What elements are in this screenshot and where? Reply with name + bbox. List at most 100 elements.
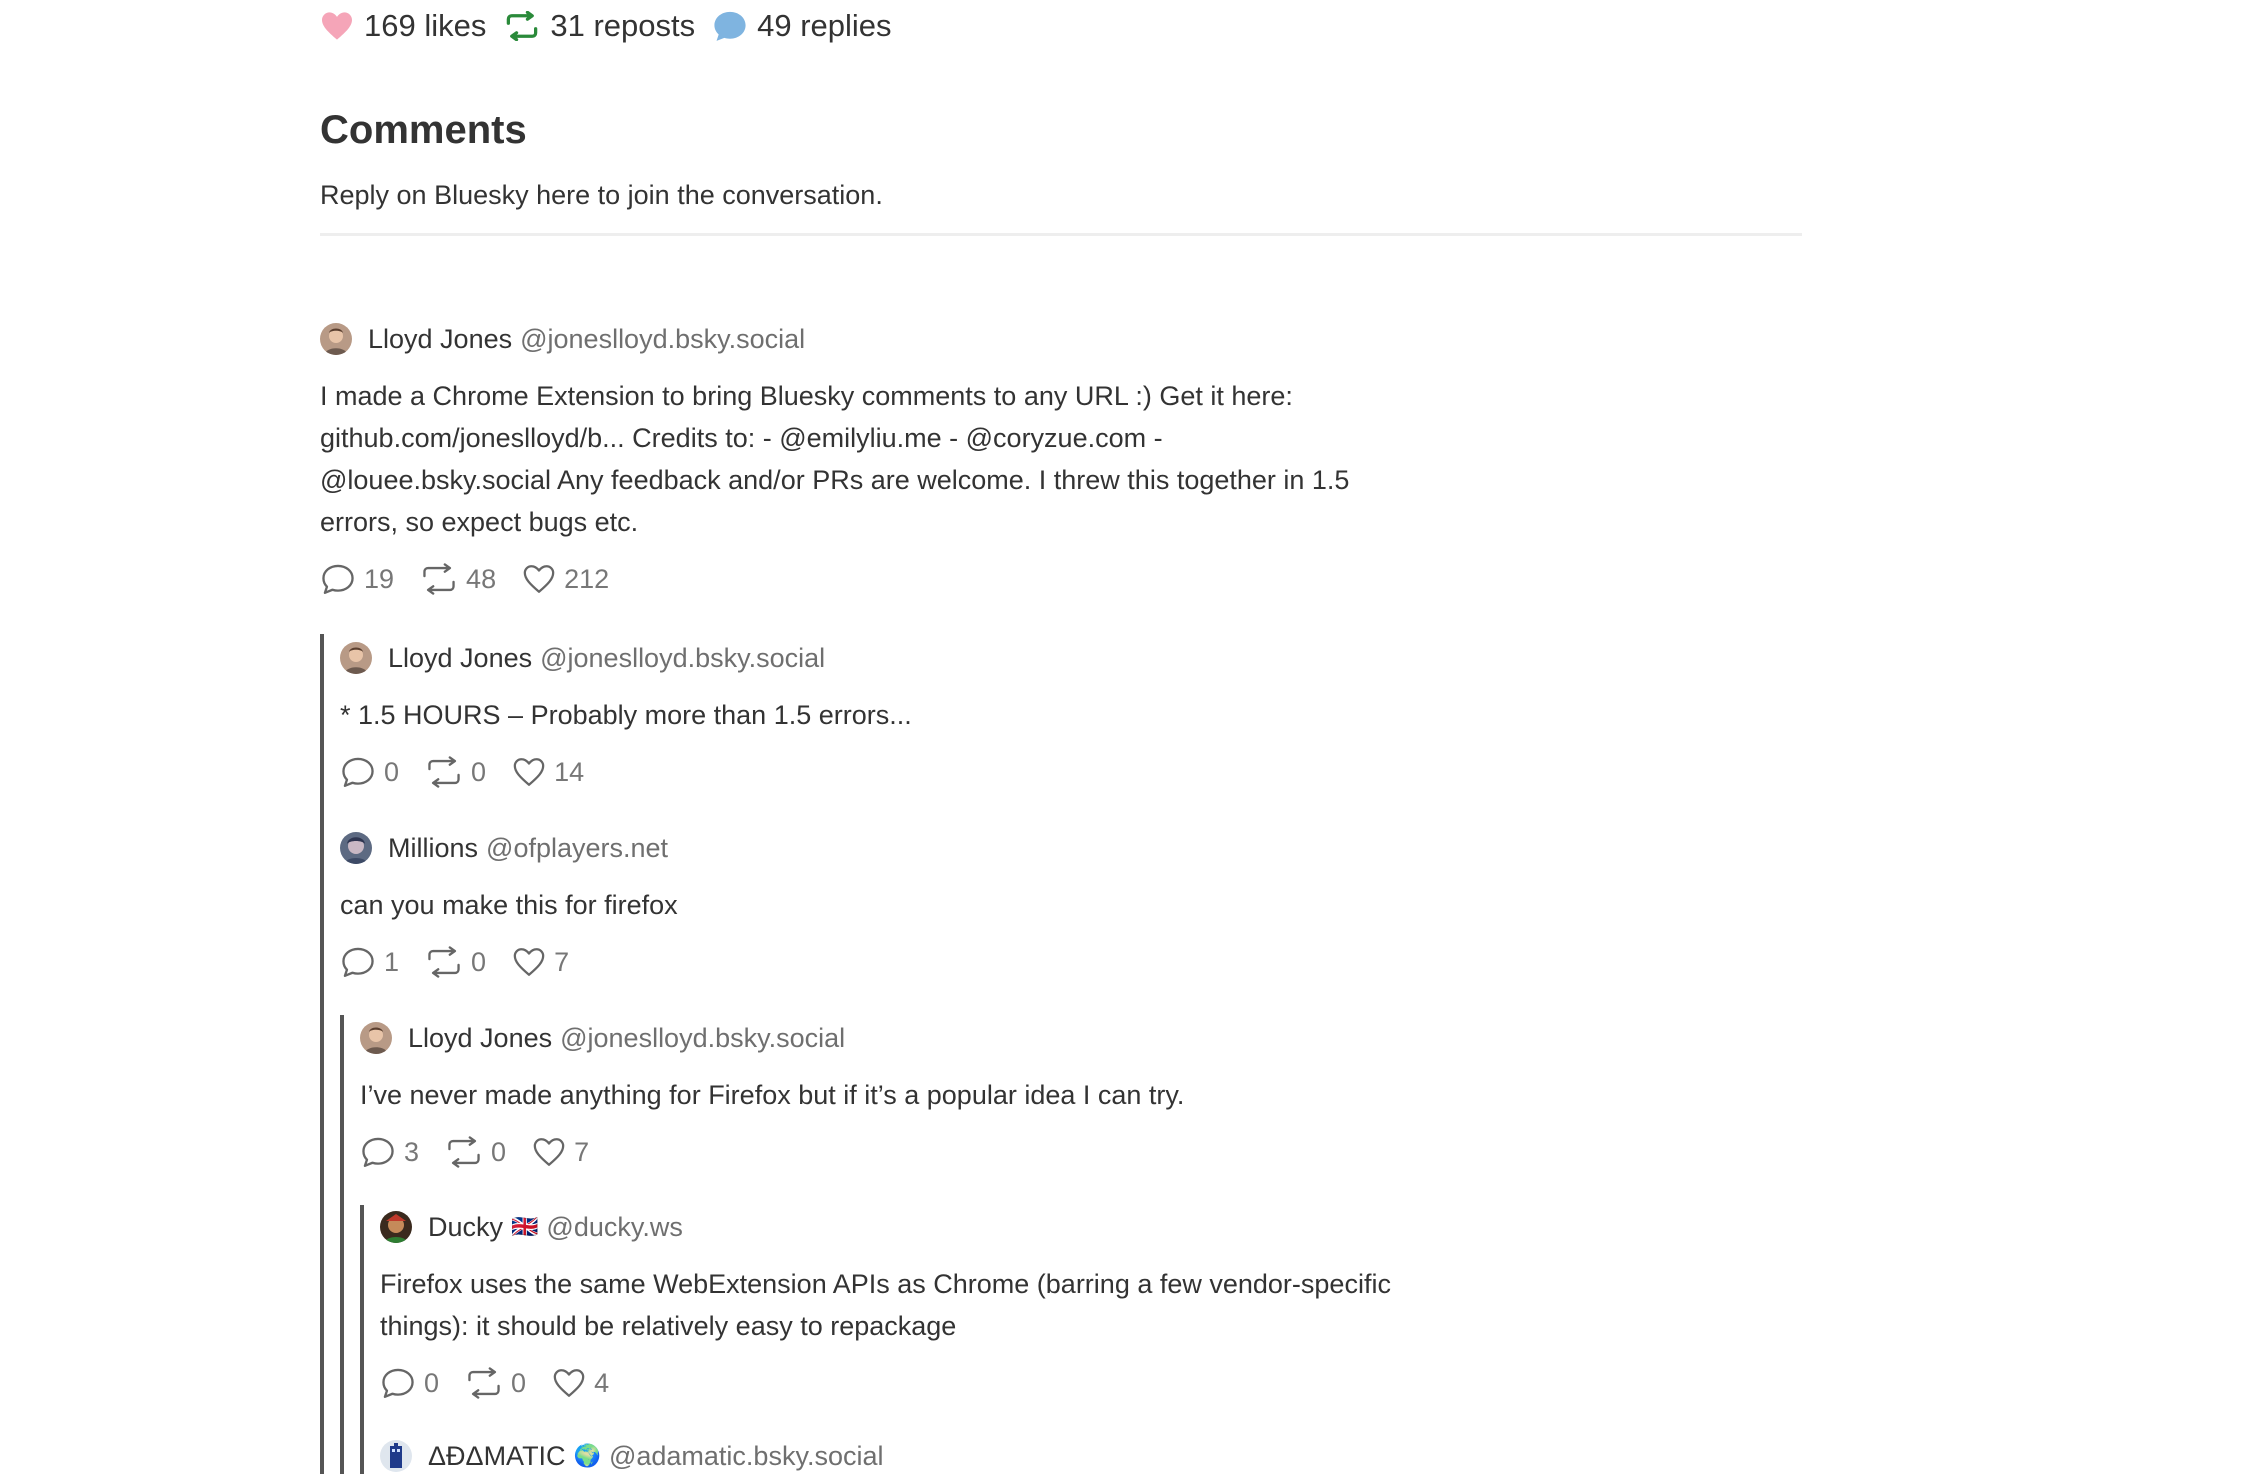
- author-name[interactable]: Millions: [388, 833, 478, 864]
- comment-text-line: * 1.5 HOURS – Probably more than 1.5 err…: [340, 700, 912, 730]
- reposts-stat: 31 reposts: [504, 8, 695, 44]
- comment: Lloyd Jones @joneslloyd.bsky.social I’ve…: [360, 1020, 1184, 1168]
- heart-icon: [533, 1138, 565, 1166]
- like-action[interactable]: 4: [552, 1367, 609, 1399]
- reply-count: 0: [384, 756, 400, 787]
- reply-action[interactable]: 3: [360, 1136, 419, 1168]
- author-handle[interactable]: @adamatic.bsky.social: [609, 1441, 884, 1472]
- comment-text: can you make this for firefox: [340, 884, 678, 926]
- comment: Lloyd Jones @joneslloyd.bsky.social * 1.…: [340, 640, 912, 788]
- author-name[interactable]: Lloyd Jones: [368, 324, 512, 355]
- thread-line-level-1: [320, 634, 324, 1474]
- reply-action[interactable]: 1: [340, 946, 399, 978]
- avatar[interactable]: [340, 642, 372, 674]
- avatar[interactable]: [380, 1440, 412, 1472]
- reply-action[interactable]: 19: [320, 563, 394, 595]
- comment-text-line: things): it should be relatively easy to…: [380, 1311, 957, 1341]
- author-handle[interactable]: @joneslloyd.bsky.social: [540, 643, 825, 674]
- comment-text: Firefox uses the same WebExtension APIs …: [380, 1263, 1391, 1347]
- author-handle[interactable]: @joneslloyd.bsky.social: [560, 1023, 845, 1054]
- thread-line-level-3: [360, 1205, 364, 1474]
- reply-icon: [342, 757, 374, 787]
- comment-text-line: I made a Chrome Extension to bring Blues…: [320, 381, 1293, 411]
- comment-actions: 0 0 14: [340, 756, 912, 788]
- repost-icon: [423, 563, 455, 595]
- avatar[interactable]: [380, 1211, 412, 1243]
- reply-action[interactable]: 0: [380, 1367, 439, 1399]
- reposts-count: 31 reposts: [550, 8, 696, 43]
- speech-bubble-icon: [714, 11, 746, 41]
- comment-author[interactable]: Lloyd Jones @joneslloyd.bsky.social: [360, 1020, 1184, 1056]
- author-handle[interactable]: @ofplayers.net: [486, 833, 668, 864]
- heart-icon: [553, 1369, 585, 1397]
- replies-stat: 49 replies: [713, 8, 892, 44]
- repost-count: 48: [466, 563, 497, 594]
- comment-text-line: github.com/joneslloyd/b... Credits to: -…: [320, 423, 1163, 453]
- like-count: 7: [574, 1136, 590, 1167]
- repost-icon: [507, 11, 538, 41]
- avatar[interactable]: [360, 1022, 392, 1054]
- reply-count: 0: [424, 1367, 440, 1398]
- post-stats: 169 likes 31 reposts 49 replies: [320, 8, 910, 44]
- author-name[interactable]: Lloyd Jones: [388, 643, 532, 674]
- repost-count: 0: [471, 946, 487, 977]
- reply-count: 1: [384, 946, 400, 977]
- comment: Millions @ofplayers.net can you make thi…: [340, 830, 678, 978]
- repost-icon: [428, 756, 460, 788]
- comment-actions: 0 0 4: [380, 1367, 1391, 1399]
- repost-count: 0: [491, 1136, 507, 1167]
- author-name[interactable]: ΔÐΔMATIC: [428, 1441, 566, 1472]
- repost-count: 0: [511, 1367, 527, 1398]
- repost-action[interactable]: 0: [425, 756, 486, 788]
- page: 169 likes 31 reposts 49 replies Comments…: [0, 0, 2268, 1474]
- comment-text: I made a Chrome Extension to bring Blues…: [320, 375, 1349, 543]
- repost-icon: [448, 1136, 480, 1168]
- like-count: 212: [564, 563, 610, 594]
- comment-author[interactable]: Ducky 🇬🇧 @ducky.ws: [380, 1209, 1391, 1245]
- author-handle[interactable]: @joneslloyd.bsky.social: [520, 324, 805, 355]
- comment: Ducky 🇬🇧 @ducky.ws Firefox uses the same…: [380, 1209, 1391, 1399]
- likes-stat: 169 likes: [320, 8, 486, 44]
- author-handle[interactable]: @ducky.ws: [546, 1212, 682, 1243]
- heart-icon: [322, 12, 352, 40]
- comment-text-line: can you make this for firefox: [340, 890, 678, 920]
- avatar[interactable]: [340, 832, 372, 864]
- reply-icon: [342, 947, 374, 977]
- comment-text: * 1.5 HOURS – Probably more than 1.5 err…: [340, 694, 912, 736]
- comments-subtitle[interactable]: Reply on Bluesky here to join the conver…: [320, 180, 883, 211]
- like-action[interactable]: 14: [512, 756, 584, 788]
- globe-icon: 🌍: [573, 1443, 601, 1468]
- repost-action[interactable]: 0: [465, 1367, 526, 1399]
- comment-text-line: Firefox uses the same WebExtension APIs …: [380, 1269, 1391, 1299]
- repost-icon: [468, 1367, 500, 1399]
- heart-icon: [513, 948, 545, 976]
- reply-action[interactable]: 0: [340, 756, 399, 788]
- thread-line-level-2: [340, 1015, 344, 1474]
- like-count: 4: [594, 1367, 610, 1398]
- reply-count: 19: [364, 563, 395, 594]
- comment-actions: 3 0 7: [360, 1136, 1184, 1168]
- heart-icon: [523, 565, 555, 593]
- avatar[interactable]: [320, 323, 352, 355]
- comment-author[interactable]: Lloyd Jones @joneslloyd.bsky.social: [340, 640, 912, 676]
- author-name[interactable]: Lloyd Jones: [408, 1023, 552, 1054]
- comment-actions: 19 48 212: [320, 563, 1349, 595]
- like-action[interactable]: 212: [522, 563, 609, 595]
- repost-count: 0: [471, 756, 487, 787]
- comment-author[interactable]: Millions @ofplayers.net: [340, 830, 678, 866]
- comment-text: I’ve never made anything for Firefox but…: [360, 1074, 1184, 1116]
- reply-count: 3: [404, 1136, 420, 1167]
- author-name[interactable]: Ducky: [428, 1212, 503, 1243]
- repost-action[interactable]: 0: [445, 1136, 506, 1168]
- reply-icon: [362, 1137, 394, 1167]
- comment-author[interactable]: ΔÐΔMATIC 🌍 @adamatic.bsky.social: [380, 1438, 883, 1474]
- uk-flag-icon: 🇬🇧: [511, 1214, 539, 1239]
- like-action[interactable]: 7: [532, 1136, 589, 1168]
- like-action[interactable]: 7: [512, 946, 569, 978]
- reply-icon: [322, 564, 354, 594]
- repost-action[interactable]: 0: [425, 946, 486, 978]
- comment-author[interactable]: Lloyd Jones @joneslloyd.bsky.social: [320, 321, 1349, 357]
- repost-action[interactable]: 48: [420, 563, 496, 595]
- comment-text-line: @louee.bsky.social Any feedback and/or P…: [320, 465, 1350, 495]
- comment: ΔÐΔMATIC 🌍 @adamatic.bsky.social: [380, 1438, 883, 1474]
